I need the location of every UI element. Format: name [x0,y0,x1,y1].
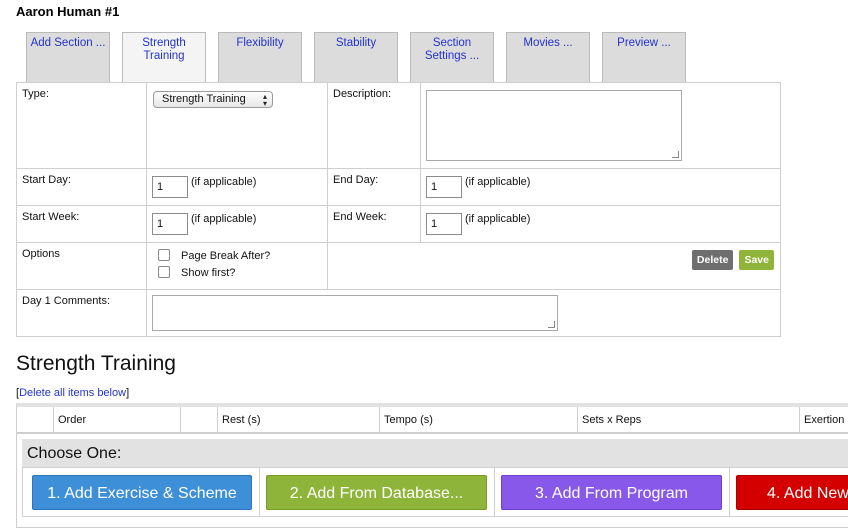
options-label: Options [16,242,147,290]
page-title: Aaron Human #1 [16,4,120,19]
delete-all-container: [Delete all items below] [16,387,129,399]
end-day-input[interactable]: 1 [426,176,462,198]
select-arrows-icon: ▴ ▾ [262,92,267,108]
type-cell: Strength Training ▴ ▾ [146,82,328,169]
choose-panel: Choose One: 1. Add Exercise & Scheme 2. … [16,433,848,528]
day1-comments-textarea[interactable] [152,295,558,331]
show-first-checkbox[interactable] [158,266,170,279]
end-day-cell: 1 (if applicable) [420,168,781,206]
start-week-cell: 1 (if applicable) [146,205,328,243]
options-actions-cell: Delete Save [327,242,781,290]
page-break-label: Page Break After? [181,250,271,262]
tab-section-settings[interactable]: Section Settings ... [410,32,494,82]
end-week-cell: 1 (if applicable) [420,205,781,243]
section-form: Type: Strength Training ▴ ▾ Description: … [16,82,781,337]
add-exercise-scheme-button[interactable]: 1. Add Exercise & Scheme [32,475,252,510]
bracket-close: ] [126,387,130,399]
start-day-input[interactable]: 1 [152,176,188,198]
type-label: Type: [16,82,147,169]
end-day-label: End Day: [327,168,421,206]
description-label: Description: [327,82,421,169]
choose-buttons-row: 1. Add Exercise & Scheme 2. Add From Dat… [22,467,848,517]
resize-grip-icon[interactable] [548,321,555,328]
tab-movies[interactable]: Movies ... [506,32,590,82]
options-cell: Page Break After? Show first? [146,242,328,290]
end-week-hint: (if applicable) [465,213,531,225]
resize-grip-icon[interactable] [672,151,679,158]
column-header-sets-reps: Sets x Reps [578,407,800,433]
choose-divider [259,468,260,516]
day1-comments-label: Day 1 Comments: [16,289,147,337]
delete-button[interactable]: Delete [691,250,734,270]
add-new-button[interactable]: 4. Add New [736,475,848,510]
tab-stability[interactable]: Stability [314,32,398,82]
day1-comments-cell [146,289,781,337]
end-week-label: End Week: [327,205,421,243]
start-week-label: Start Week: [16,205,147,243]
end-week-input[interactable]: 1 [426,213,462,235]
choose-divider [729,468,730,516]
items-grid-header: Order Rest (s) Tempo (s) Sets x Reps Exe… [16,403,848,433]
show-first-label: Show first? [181,267,236,279]
type-select-value: Strength Training [162,93,246,105]
tab-strength-training[interactable]: Strength Training [122,32,206,83]
tab-preview[interactable]: Preview ... [602,32,686,82]
description-textarea[interactable] [426,90,682,161]
type-select[interactable]: Strength Training ▴ ▾ [153,91,273,108]
start-week-input[interactable]: 1 [152,213,188,235]
start-day-cell: 1 (if applicable) [146,168,328,206]
choose-label: Choose One: [22,439,848,467]
start-day-label: Start Day: [16,168,147,206]
column-header-tempo: Tempo (s) [380,407,578,433]
tab-add-section[interactable]: Add Section ... [26,32,110,82]
column-header-rest: Rest (s) [218,407,380,433]
add-from-program-button[interactable]: 3. Add From Program [501,475,722,510]
start-week-hint: (if applicable) [191,213,257,225]
page-break-option: Page Break After? [158,248,322,265]
end-day-hint: (if applicable) [465,176,531,188]
page-break-checkbox[interactable] [158,249,170,262]
column-header-select [17,407,54,433]
add-from-database-button[interactable]: 2. Add From Database... [266,475,487,510]
tab-flexibility[interactable]: Flexibility [218,32,302,82]
column-header-order: Order [54,407,181,433]
choose-divider [494,468,495,516]
start-day-hint: (if applicable) [191,176,257,188]
show-first-option: Show first? [158,265,322,282]
delete-all-link[interactable]: Delete all items below [19,387,126,399]
description-cell [420,82,781,169]
section-heading: Strength Training [16,352,176,375]
save-button[interactable]: Save [739,250,774,270]
column-header-exertion: Exertion [804,414,845,426]
column-header-blank [181,407,218,433]
